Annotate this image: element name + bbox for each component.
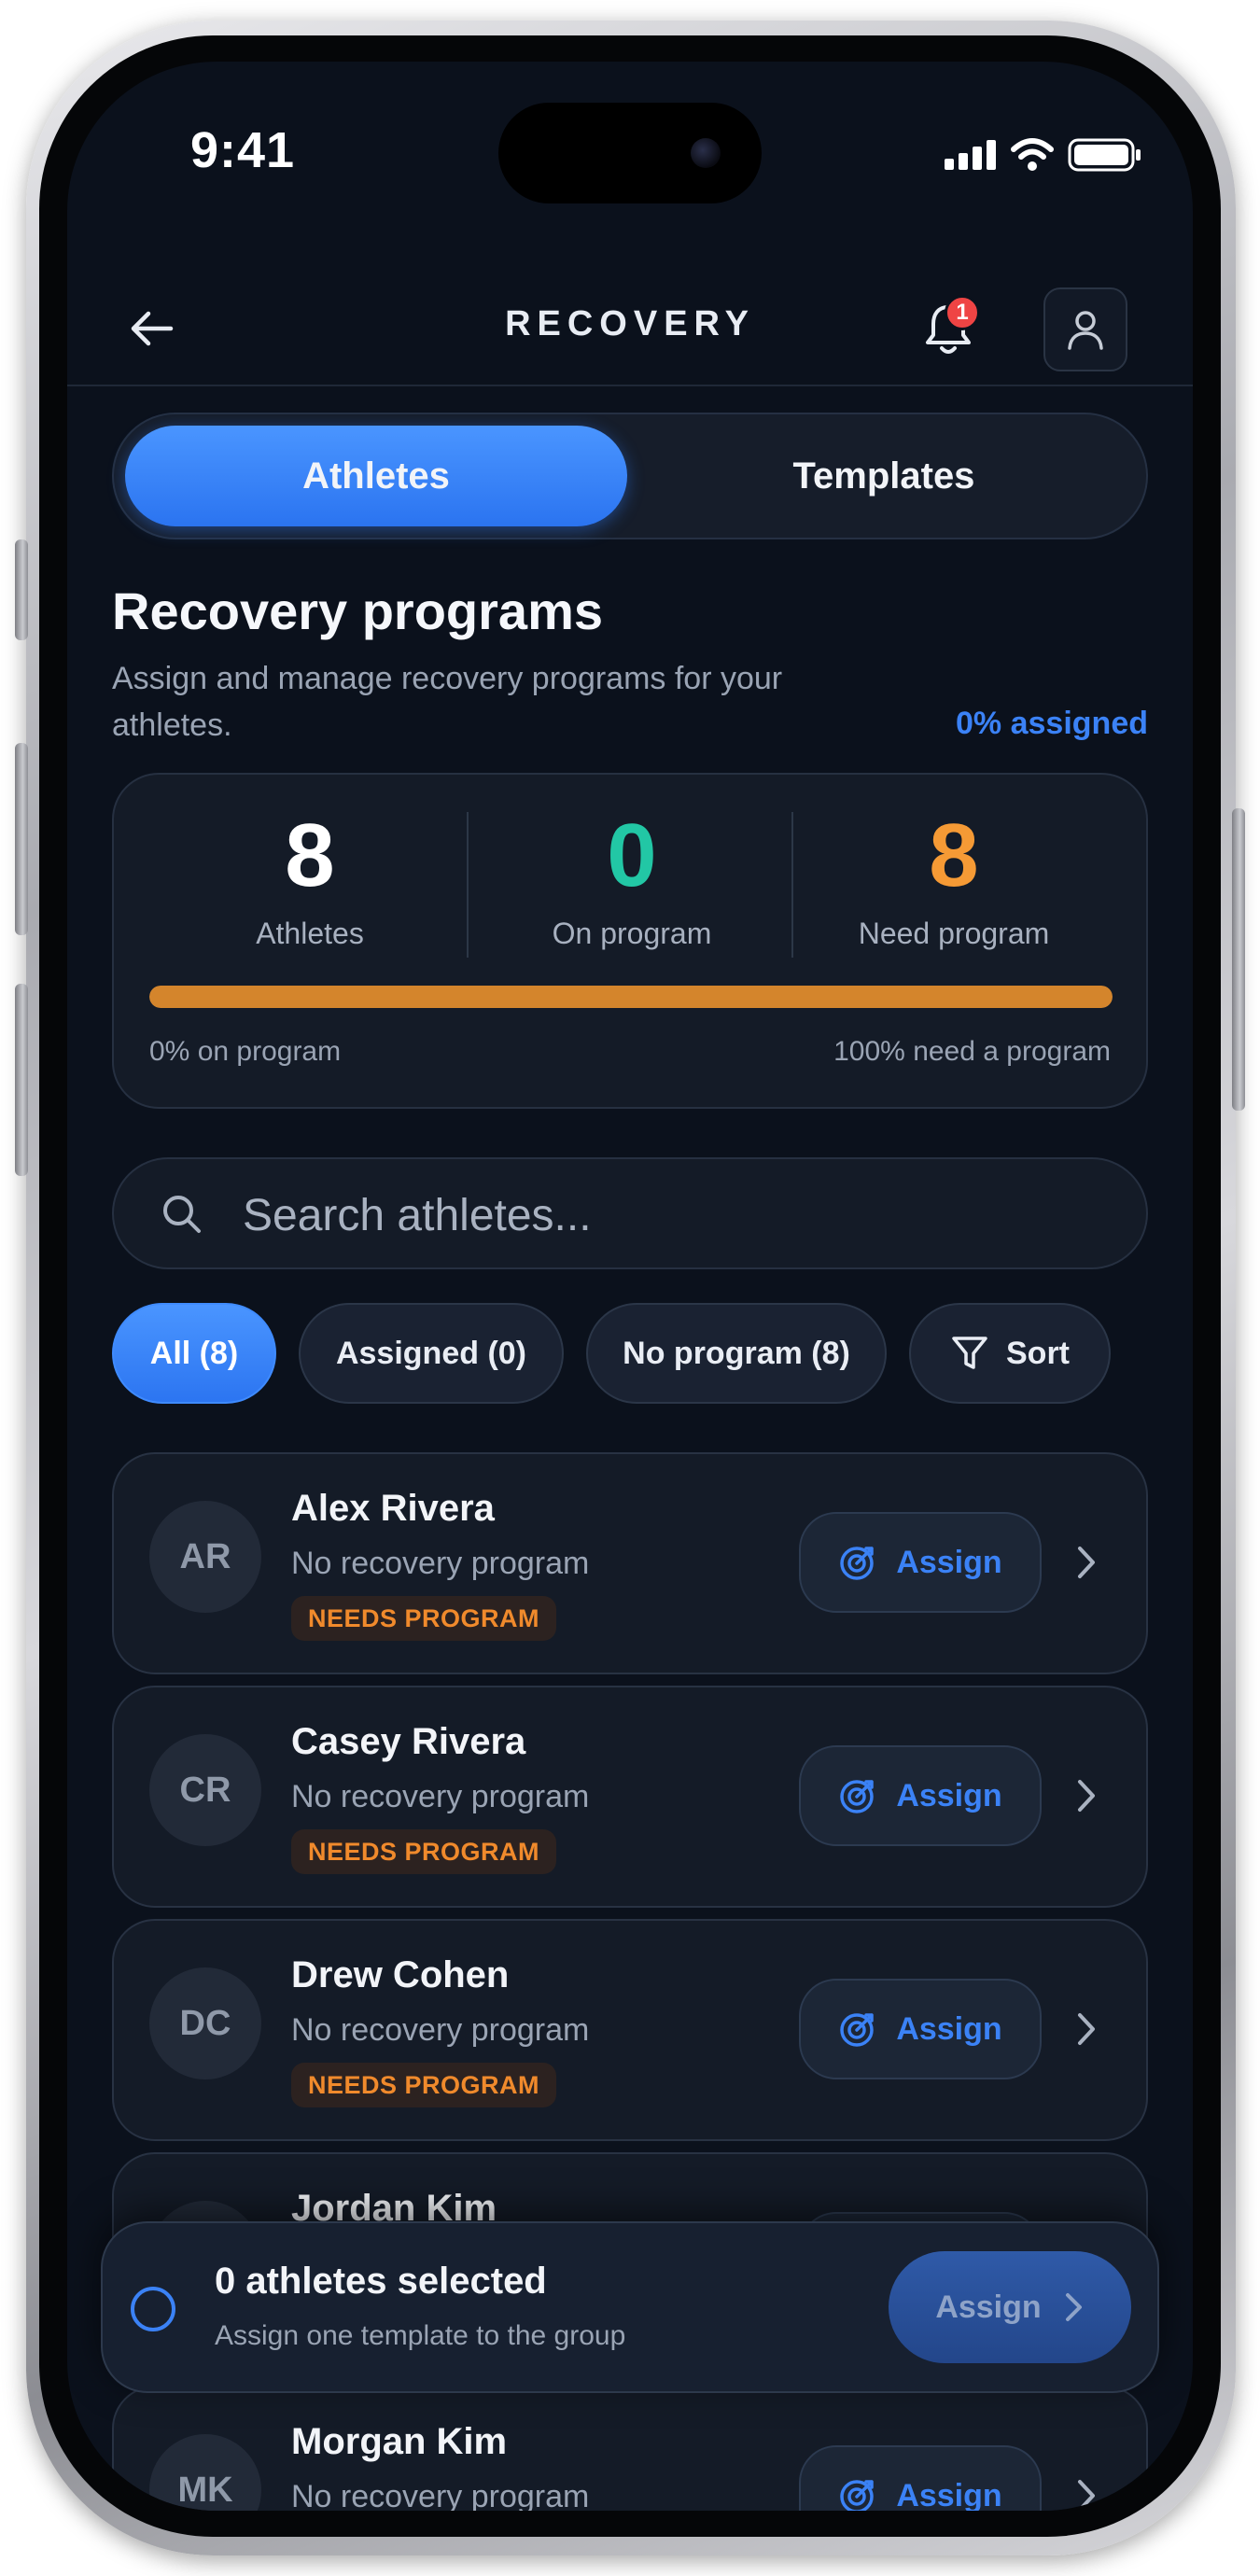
- app-screen: 9:41 RECOVERY 1 Athletes Templates Recov…: [67, 62, 1193, 2511]
- filter-no-program-label: No program (8): [623, 1335, 850, 1371]
- action-button: [15, 539, 28, 640]
- sort-button[interactable]: Sort: [909, 1303, 1111, 1404]
- avatar: AR: [149, 1501, 261, 1613]
- search-bar: [112, 1157, 1148, 1269]
- stat-need-program: 8 Need program: [795, 805, 1113, 951]
- camera-icon: [691, 138, 721, 168]
- volume-up-button: [15, 743, 28, 935]
- stats-card: 8 Athletes 0 On program 8 Need program 0…: [112, 773, 1148, 1109]
- sort-label: Sort: [1006, 1335, 1070, 1371]
- athlete-card[interactable]: CR Casey Rivera No recovery program NEEDS P…: [112, 1686, 1148, 1908]
- stat-need-program-value: 8: [929, 805, 979, 905]
- segmented-tabs: Athletes Templates: [112, 413, 1148, 539]
- wifi-icon: [1011, 138, 1054, 171]
- avatar: DC: [149, 1967, 261, 2079]
- athlete-program-status: No recovery program: [291, 2012, 590, 2048]
- assign-button[interactable]: Assign: [799, 2445, 1042, 2511]
- selection-bar: 0 athletes selected Assign one template …: [101, 2221, 1159, 2393]
- stat-on-program-label: On program: [552, 917, 712, 950]
- target-icon: [840, 1547, 875, 1580]
- select-all-radio[interactable]: [131, 2287, 175, 2331]
- assign-label: Assign: [896, 2477, 1002, 2512]
- filter-icon: [952, 1337, 987, 1369]
- stat-on-program: 0 On program: [473, 805, 791, 951]
- notifications-button[interactable]: 1: [911, 291, 986, 366]
- user-icon: [1068, 311, 1103, 350]
- athlete-name: Casey Rivera: [291, 1721, 526, 1762]
- section-title: Recovery programs: [112, 581, 604, 640]
- power-button: [1232, 808, 1245, 1111]
- target-icon: [840, 2480, 875, 2511]
- athlete-card[interactable]: AR Alex Rivera No recovery program NEEDS PR…: [112, 1452, 1148, 1674]
- progress-fill: [149, 986, 1113, 1008]
- bulk-assign-label: Assign: [935, 2289, 1042, 2325]
- status-badge: NEEDS PROGRAM: [291, 1829, 557, 1874]
- page-title: RECOVERY: [505, 304, 755, 343]
- stat-on-program-value: 0: [607, 805, 657, 905]
- stat-divider: [791, 812, 793, 958]
- selection-hint: Assign one template to the group: [215, 2320, 626, 2351]
- athlete-program-status: No recovery program: [291, 1546, 590, 1581]
- athlete-name: Morgan Kim: [291, 2421, 508, 2462]
- assign-button[interactable]: Assign: [799, 1745, 1042, 1846]
- tab-templates[interactable]: Templates: [633, 426, 1135, 526]
- search-input[interactable]: [241, 1178, 1118, 1253]
- chevron-right-icon[interactable]: [1075, 1777, 1098, 1814]
- filter-assigned-label: Assigned (0): [335, 1335, 527, 1371]
- assign-button[interactable]: Assign: [799, 1979, 1042, 2079]
- athlete-card[interactable]: DC Drew Cohen No recovery program NEEDS PRO…: [112, 1919, 1148, 2141]
- status-icons: [945, 138, 1142, 172]
- chevron-right-icon[interactable]: [1075, 1544, 1098, 1581]
- athlete-program-status: No recovery program: [291, 1779, 590, 1814]
- notification-badge: 1: [945, 295, 980, 330]
- chevron-right-icon[interactable]: [1075, 2010, 1098, 2048]
- filter-no-program[interactable]: No program (8): [586, 1303, 887, 1404]
- stat-need-program-label: Need program: [858, 917, 1050, 950]
- chevron-right-icon: [1065, 2293, 1082, 2321]
- bulk-assign-button[interactable]: Assign: [889, 2251, 1131, 2363]
- athlete-name: Drew Cohen: [291, 1954, 510, 1995]
- progress-caption-right: 100% need a program: [833, 1036, 1111, 1067]
- filter-all[interactable]: All (8): [112, 1303, 276, 1404]
- section-subtitle: Assign and manage recovery programs for …: [112, 661, 783, 743]
- signal-icon: [945, 140, 996, 170]
- assign-label: Assign: [896, 1544, 1002, 1580]
- target-icon: [840, 1780, 875, 1813]
- dynamic-island: [498, 103, 762, 203]
- athlete-program-status: No recovery program: [291, 2479, 590, 2511]
- volume-down-button: [15, 984, 28, 1176]
- program-progress-bar: [149, 986, 1113, 1008]
- profile-button[interactable]: [1043, 287, 1127, 371]
- assign-label: Assign: [896, 2010, 1002, 2047]
- progress-caption-left: 0% on program: [149, 1036, 342, 1067]
- assigned-percent: 0% assigned: [956, 706, 1148, 741]
- athlete-name: Alex Rivera: [291, 1488, 495, 1529]
- stat-divider: [467, 812, 469, 958]
- avatar: CR: [149, 1734, 261, 1846]
- target-icon: [840, 2013, 875, 2047]
- filter-all-label: All (8): [149, 1335, 239, 1371]
- search-icon: [163, 1196, 201, 1233]
- stat-athletes: 8 Athletes: [151, 805, 469, 951]
- filter-assigned[interactable]: Assigned (0): [299, 1303, 564, 1404]
- assign-button[interactable]: Assign: [799, 1512, 1042, 1613]
- chevron-right-icon[interactable]: [1075, 2477, 1098, 2511]
- avatar: MK: [149, 2434, 261, 2511]
- stat-athletes-value: 8: [285, 805, 335, 905]
- status-badge: NEEDS PROGRAM: [291, 1596, 557, 1641]
- app-header: RECOVERY 1: [67, 271, 1193, 386]
- stat-athletes-label: Athletes: [256, 917, 364, 950]
- tab-athletes[interactable]: Athletes: [125, 426, 627, 526]
- status-time: 9:41: [190, 122, 296, 178]
- athlete-card[interactable]: MKMorgan KimNo recovery programNEEDS PRO…: [112, 2386, 1148, 2511]
- assign-label: Assign: [896, 1777, 1002, 1813]
- status-badge: NEEDS PROGRAM: [291, 2063, 557, 2107]
- battery-icon: [1068, 138, 1141, 172]
- selection-count: 0 athletes selected: [215, 2261, 547, 2302]
